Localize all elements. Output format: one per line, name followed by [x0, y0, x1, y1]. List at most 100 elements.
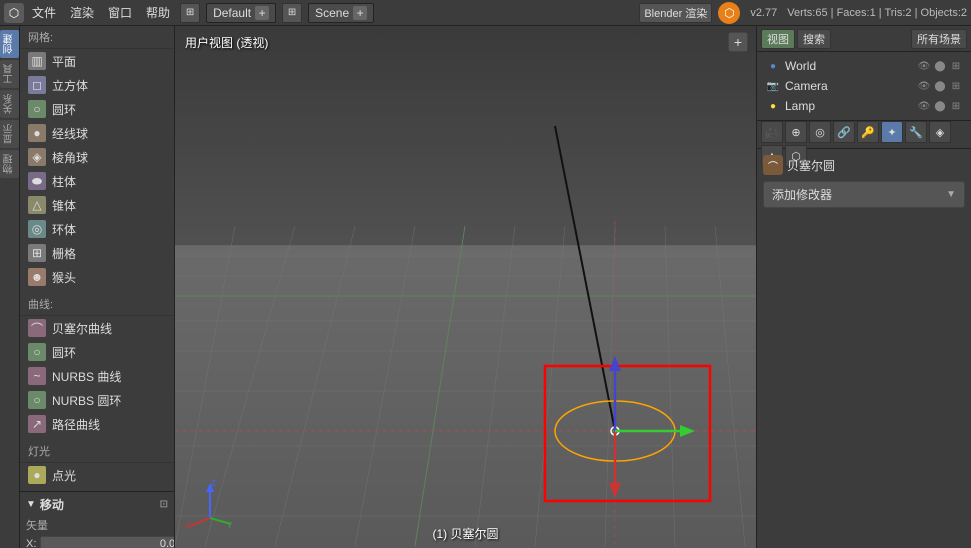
scene-tree: ● World 👁 ⬤ ⊞ 📷 Camera 👁 ⬤ ⊞: [757, 52, 971, 121]
sidebar-item-grid[interactable]: ⊞ 栅格: [20, 241, 174, 265]
svg-text:X: X: [185, 521, 191, 528]
menu-file[interactable]: 文件: [26, 2, 62, 23]
main-layout: 创建 工具 关系 显示 物理 网格: ▥ 平面 ◻ 立方体 ○ 圆环 ● 经线球…: [0, 26, 971, 548]
modifier-btn-arrow: ▼: [946, 189, 956, 200]
sidebar-item-bezier[interactable]: ⌒ 贝塞尔曲线: [20, 316, 174, 340]
world-icon: ●: [765, 58, 781, 74]
world-actions: 👁 ⬤ ⊞: [917, 59, 963, 73]
move-panel: ▼ 移动 ⊡ 矢量 X: ⊡ Y: ⊡ Z: ⊡ 约束轴: [20, 491, 174, 548]
svg-text:Y: Y: [227, 521, 233, 528]
sidebar-item-torus[interactable]: ◎ 环体: [20, 217, 174, 241]
camera-label: Camera: [785, 79, 828, 93]
add-workspace-btn[interactable]: +: [255, 6, 269, 20]
props-content: ⌒ 贝塞尔圆 添加修改器 ▼: [757, 149, 971, 548]
props-camera-btn[interactable]: 🎥: [761, 121, 783, 143]
left-sidebar: 网格: ▥ 平面 ◻ 立方体 ○ 圆环 ● 经线球 ◈ 棱角球 ⬬ 柱体 △ 锥…: [20, 26, 175, 548]
blender-version: v2.77: [750, 7, 777, 19]
tree-item-world[interactable]: ● World 👁 ⬤ ⊞: [757, 56, 971, 76]
left-vtabs: 创建 工具 关系 显示 物理: [0, 26, 20, 548]
lamp-render-btn[interactable]: ⬤: [933, 99, 947, 113]
sidebar-item-cone[interactable]: △ 锥体: [20, 193, 174, 217]
menu-help[interactable]: 帮助: [140, 2, 176, 23]
tree-item-camera[interactable]: 📷 Camera 👁 ⬤ ⊞: [757, 76, 971, 96]
props-object-btn[interactable]: 🔑: [857, 121, 879, 143]
svg-text:Z: Z: [211, 479, 216, 488]
vector-label: 矢量: [26, 517, 168, 533]
plane-icon: ▥: [28, 52, 46, 70]
add-modifier-btn[interactable]: 添加修改器 ▼: [763, 181, 965, 208]
object-info-row: ⌒ 贝塞尔圆: [763, 155, 965, 175]
props-render-btn[interactable]: ⊕: [785, 121, 807, 143]
move-panel-title[interactable]: ▼ 移动 ⊡: [26, 496, 168, 513]
vtab-create[interactable]: 创建: [0, 30, 19, 58]
view-btn[interactable]: 视图: [761, 29, 795, 49]
world-more-btn[interactable]: ⊞: [949, 59, 963, 73]
viewport[interactable]: 用户视图 (透视) +: [175, 26, 756, 548]
blender-logo[interactable]: ⬡: [4, 3, 24, 23]
sidebar-item-circle[interactable]: ○ 圆环: [20, 97, 174, 121]
vtab-physics[interactable]: 物理: [0, 150, 19, 178]
vtab-relations[interactable]: 关系: [0, 90, 19, 118]
scene-layout-icon[interactable]: ⊞: [282, 3, 302, 23]
sidebar-item-cube[interactable]: ◻ 立方体: [20, 73, 174, 97]
sidebar-item-icosphere[interactable]: ◈ 棱角球: [20, 145, 174, 169]
icosphere-icon: ◈: [28, 148, 46, 166]
grid-icon: ⊞: [28, 244, 46, 262]
viewport-gizmo: Z X Y: [185, 478, 235, 528]
world-label: World: [785, 59, 816, 73]
camera-eye-btn[interactable]: 👁: [917, 79, 931, 93]
circle-icon: ○: [28, 100, 46, 118]
cube-icon: ◻: [28, 76, 46, 94]
props-scene-btn[interactable]: ◎: [809, 121, 831, 143]
vtab-display[interactable]: 显示: [0, 120, 19, 148]
sidebar-item-plane[interactable]: ▥ 平面: [20, 49, 174, 73]
lamp-actions: 👁 ⬤ ⊞: [917, 99, 963, 113]
props-particles-btn[interactable]: ◈: [929, 121, 951, 143]
world-eye-btn[interactable]: 👁: [917, 59, 931, 73]
sidebar-item-monkey[interactable]: ☻ 猴头: [20, 265, 174, 289]
sidebar-item-uvsphere[interactable]: ● 经线球: [20, 121, 174, 145]
workspace-tab-default[interactable]: Default +: [206, 3, 276, 23]
search-btn[interactable]: 搜索: [797, 29, 831, 49]
sidebar-item-nurbs-curve[interactable]: ~ NURBS 曲线: [20, 364, 174, 388]
props-world-btn[interactable]: 🔗: [833, 121, 855, 143]
uvsphere-icon: ●: [28, 124, 46, 142]
nurbs-ring-icon: ○: [28, 391, 46, 409]
curve-circle-icon: ○: [28, 343, 46, 361]
nurbs-curve-icon: ~: [28, 367, 46, 385]
path-icon: ↗: [28, 415, 46, 433]
camera-actions: 👁 ⬤ ⊞: [917, 79, 963, 93]
props-mesh-btn[interactable]: ✦: [881, 121, 903, 143]
camera-render-btn[interactable]: ⬤: [933, 79, 947, 93]
workspace-layout-icon[interactable]: ⊞: [180, 3, 200, 23]
render-engine-select[interactable]: Blender 渲染: [639, 3, 712, 23]
section-lamp-label: 灯光: [20, 440, 174, 463]
sidebar-item-nurbs-ring[interactable]: ○ NURBS 圆环: [20, 388, 174, 412]
all-scenes-btn[interactable]: 所有场景: [911, 29, 967, 49]
add-scene-btn[interactable]: +: [353, 6, 367, 20]
viewport-add-btn[interactable]: +: [728, 32, 748, 52]
tree-item-lamp[interactable]: ● Lamp 👁 ⬤ ⊞: [757, 96, 971, 116]
x-input[interactable]: [40, 536, 175, 548]
sidebar-item-path[interactable]: ↗ 路径曲线: [20, 412, 174, 436]
camera-more-btn[interactable]: ⊞: [949, 79, 963, 93]
props-toolbar: 🎥 ⊕ ◎ 🔗 🔑 ✦ 🔧 ◈ ▲ ⬡: [757, 121, 971, 149]
world-render-btn[interactable]: ⬤: [933, 59, 947, 73]
menu-render[interactable]: 渲染: [64, 2, 100, 23]
monkey-icon: ☻: [28, 268, 46, 286]
sidebar-item-nurbs-circle[interactable]: ○ 圆环: [20, 340, 174, 364]
lamp-more-btn[interactable]: ⊞: [949, 99, 963, 113]
vtab-tools[interactable]: 工具: [0, 60, 19, 88]
cone-icon: △: [28, 196, 46, 214]
menu-window[interactable]: 窗口: [102, 2, 138, 23]
stats-text: Verts:65 | Faces:1 | Tris:2 | Objects:2: [787, 7, 967, 19]
sidebar-item-cylinder[interactable]: ⬬ 柱体: [20, 169, 174, 193]
workspace-tab-scene[interactable]: Scene +: [308, 3, 374, 23]
object-type-icon: ⌒: [763, 155, 783, 175]
lamp-eye-btn[interactable]: 👁: [917, 99, 931, 113]
viewport-label: 用户视图 (透视): [185, 34, 268, 51]
viewport-bottom-label: (1) 贝塞尔圆: [432, 525, 498, 542]
sidebar-item-point-lamp[interactable]: ● 点光: [20, 463, 174, 487]
props-modifier-btn[interactable]: 🔧: [905, 121, 927, 143]
top-menu-bar: ⬡ 文件 渲染 窗口 帮助 ⊞ Default + ⊞ Scene + Blen…: [0, 0, 971, 26]
